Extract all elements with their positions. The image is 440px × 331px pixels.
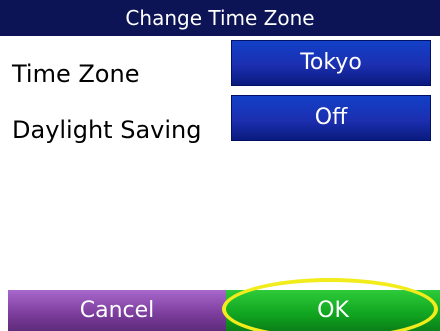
daylight-saving-button[interactable]: Off	[231, 95, 431, 141]
change-time-zone-screen: Change Time Zone Time Zone Tokyo Dayligh…	[0, 0, 440, 331]
daylight-saving-label: Daylight Saving	[12, 116, 202, 144]
ok-button[interactable]: OK	[226, 290, 440, 331]
time-zone-button[interactable]: Tokyo	[231, 40, 431, 86]
page-title: Change Time Zone	[0, 0, 440, 36]
cancel-button[interactable]: Cancel	[8, 290, 226, 331]
time-zone-label: Time Zone	[12, 60, 140, 88]
action-bar: Cancel OK	[0, 290, 440, 331]
